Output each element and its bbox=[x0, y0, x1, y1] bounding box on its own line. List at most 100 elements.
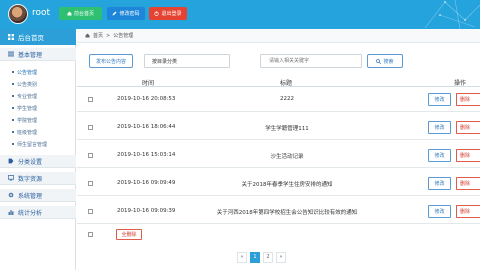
pencil-icon bbox=[112, 11, 117, 16]
main-content: 首页 > 公告管理 发布公告内容 按目录分类 搜索 时间 标题 操作 2019-… bbox=[77, 29, 480, 270]
bullet-icon bbox=[12, 71, 14, 73]
header-decoration bbox=[420, 0, 480, 29]
sidebar-item-messages[interactable]: 师生留言管理 bbox=[0, 139, 76, 149]
edit-label: 修改 bbox=[434, 181, 445, 187]
search-button[interactable]: 搜索 bbox=[367, 54, 403, 68]
delete-button[interactable]: 删除 bbox=[456, 121, 480, 134]
column-header-actions: 操作 bbox=[454, 80, 467, 87]
sidebar-group-statistics[interactable]: 统计分析 bbox=[0, 206, 76, 219]
search-input[interactable] bbox=[260, 54, 362, 68]
delete-button[interactable]: 删除 bbox=[456, 93, 480, 106]
edit-button[interactable]: 修改 bbox=[428, 149, 451, 162]
table-row: 2019-10-16 09:09:49 关于2018年春季学生住房安排的通知 修… bbox=[77, 172, 480, 196]
sidebar-group-label: 分类设置 bbox=[18, 158, 43, 166]
row-title[interactable]: 2222 bbox=[187, 96, 387, 102]
delete-label: 删除 bbox=[460, 125, 471, 131]
username: root bbox=[32, 8, 51, 18]
monitor-icon bbox=[8, 175, 14, 181]
search-button-label: 搜索 bbox=[383, 58, 394, 65]
bulk-delete-button[interactable]: 全删除 bbox=[116, 229, 142, 240]
delete-label: 删除 bbox=[460, 153, 471, 159]
table-row: 2019-10-16 09:09:39 关于河西2018年第四学校招生会公告知识… bbox=[77, 200, 480, 224]
row-time: 2019-10-16 09:09:39 bbox=[117, 208, 176, 214]
sidebar-item-announcements[interactable]: 公告管理 bbox=[0, 67, 76, 77]
sidebar-item-label: 公告管理 bbox=[17, 69, 38, 76]
delete-button[interactable]: 删除 bbox=[456, 177, 480, 190]
row-time: 2019-10-16 18:06:44 bbox=[117, 124, 176, 130]
home-icon bbox=[67, 11, 72, 16]
select-all-checkbox[interactable] bbox=[88, 232, 93, 237]
bullet-icon bbox=[12, 107, 14, 109]
logout-button[interactable]: 退出登录 bbox=[149, 7, 187, 20]
breadcrumb-current: 公告管理 bbox=[113, 33, 134, 39]
breadcrumb-home[interactable]: 首页 bbox=[93, 32, 103, 39]
bulk-delete-label: 全删除 bbox=[121, 232, 137, 238]
sidebar-group-digital-resources[interactable]: 数字资源 bbox=[0, 172, 76, 185]
column-header-title: 标题 bbox=[280, 80, 293, 87]
change-password-button[interactable]: 修改密码 bbox=[107, 7, 145, 20]
row-checkbox[interactable] bbox=[88, 97, 93, 102]
sidebar-item-label: 师生留言管理 bbox=[17, 141, 48, 148]
sidebar-item-announcement-categories[interactable]: 公告类别 bbox=[0, 79, 76, 89]
sidebar: 后台首页 基本管理 公告管理 公告类别 专业管理 学生管理 学院管理 班级管理 … bbox=[0, 29, 76, 270]
row-checkbox[interactable] bbox=[88, 209, 93, 214]
delete-button[interactable]: 删除 bbox=[456, 149, 480, 162]
table-header: 时间 标题 操作 bbox=[77, 75, 480, 87]
sidebar-group-system[interactable]: 系统管理 bbox=[0, 189, 76, 202]
sidebar-item-colleges[interactable]: 学院管理 bbox=[0, 115, 76, 125]
row-title[interactable]: 学生学籍管理111 bbox=[187, 124, 387, 132]
network-decoration-icon bbox=[424, 0, 480, 29]
search-icon bbox=[376, 58, 382, 64]
table-row: 2019-10-16 15:03:14 沙生活动记录 修改 删除 bbox=[77, 144, 480, 168]
power-icon bbox=[154, 11, 160, 16]
edit-button[interactable]: 修改 bbox=[428, 93, 451, 106]
row-checkbox[interactable] bbox=[88, 125, 93, 130]
pagination-page[interactable]: 2 bbox=[263, 252, 273, 263]
sidebar-group-categories[interactable]: 分类设置 bbox=[0, 155, 76, 168]
row-time: 2019-10-16 20:08:53 bbox=[117, 96, 176, 102]
row-time: 2019-10-16 09:09:49 bbox=[117, 180, 176, 186]
bar-chart-icon bbox=[8, 210, 14, 215]
sidebar-group-label: 统计分析 bbox=[18, 209, 43, 217]
pagination-page[interactable]: 1 bbox=[250, 252, 260, 263]
list-icon bbox=[8, 51, 14, 57]
tag-icon bbox=[8, 158, 14, 164]
sidebar-group-label: 系统管理 bbox=[18, 192, 43, 200]
delete-button[interactable]: 删除 bbox=[456, 205, 480, 218]
pagination-next[interactable]: » bbox=[276, 252, 286, 263]
sidebar-home-label: 后台首页 bbox=[18, 34, 44, 42]
gear-icon bbox=[8, 192, 14, 198]
row-checkbox[interactable] bbox=[88, 153, 93, 158]
table-row: 2019-10-16 18:06:44 学生学籍管理111 修改 删除 bbox=[77, 116, 480, 140]
delete-label: 删除 bbox=[460, 97, 471, 103]
pagination-prev[interactable]: « bbox=[237, 252, 247, 263]
column-header-time: 时间 bbox=[142, 80, 155, 87]
row-title[interactable]: 关于2018年春季学生住房安排的通知 bbox=[187, 180, 387, 188]
edit-button[interactable]: 修改 bbox=[428, 205, 451, 218]
sidebar-item-label: 专业管理 bbox=[17, 93, 38, 100]
sidebar-item-label: 学生管理 bbox=[17, 105, 38, 112]
category-select[interactable]: 按目录分类 bbox=[144, 54, 230, 68]
logout-label: 退出登录 bbox=[161, 11, 182, 17]
avatar[interactable] bbox=[8, 4, 28, 24]
row-title[interactable]: 关于河西2018年第四学校招生会公告知识比较有效的通知 bbox=[187, 208, 387, 216]
category-select-value: 按目录分类 bbox=[152, 58, 178, 65]
publish-announcement-button[interactable]: 发布公告内容 bbox=[89, 54, 133, 68]
edit-label: 修改 bbox=[434, 209, 445, 215]
bullet-icon bbox=[12, 131, 14, 133]
row-checkbox[interactable] bbox=[88, 181, 93, 186]
edit-button[interactable]: 修改 bbox=[428, 177, 451, 190]
row-time: 2019-10-16 15:03:14 bbox=[117, 152, 176, 158]
row-title[interactable]: 沙生活动记录 bbox=[187, 152, 387, 160]
sidebar-item-label: 班级管理 bbox=[17, 129, 38, 136]
sidebar-home[interactable]: 后台首页 bbox=[0, 29, 76, 45]
edit-label: 修改 bbox=[434, 97, 445, 103]
sidebar-item-label: 公告类别 bbox=[17, 81, 38, 88]
sidebar-group-basic[interactable]: 基本管理 bbox=[0, 48, 76, 61]
edit-button[interactable]: 修改 bbox=[428, 121, 451, 134]
sidebar-item-classes[interactable]: 班级管理 bbox=[0, 127, 76, 137]
sidebar-item-majors[interactable]: 专业管理 bbox=[0, 91, 76, 101]
bullet-icon bbox=[12, 143, 14, 145]
frontend-home-button[interactable]: 前台首页 bbox=[59, 7, 102, 20]
sidebar-item-students[interactable]: 学生管理 bbox=[0, 103, 76, 113]
